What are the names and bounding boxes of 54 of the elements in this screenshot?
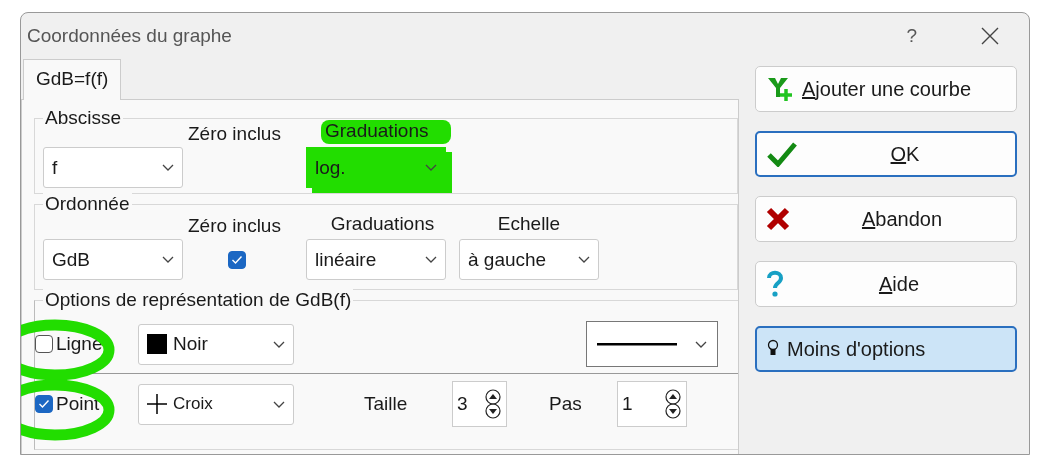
group-label: Options de représentation de GdB(f) <box>43 289 354 311</box>
button-label: OK <box>889 142 921 166</box>
chevron-icon <box>162 256 174 263</box>
help-button[interactable]: ? <box>906 24 917 47</box>
button-label: Moins d'options <box>787 337 926 361</box>
solid-line-icon <box>597 342 677 346</box>
field-label: Taille <box>364 393 409 415</box>
button-label: Ajouter une courbe <box>802 77 971 101</box>
checkbox[interactable] <box>35 335 53 353</box>
checkbox-label[interactable]: Ligne <box>56 333 103 355</box>
variable-dropdown[interactable]: GdB <box>43 239 183 280</box>
dialog-button[interactable]: Moins d'options <box>755 326 1017 372</box>
line-style-dropdown[interactable] <box>586 321 718 367</box>
dialog-button[interactable]: Aide <box>755 261 1017 307</box>
color-dropdown[interactable]: Noir <box>138 323 294 365</box>
chevron-icon <box>273 340 285 348</box>
chevron-icon <box>695 340 707 348</box>
close-icon <box>981 26 999 45</box>
chevron-icon <box>273 400 285 408</box>
dialog-button[interactable]: Abandon <box>755 196 1017 242</box>
check-icon <box>231 254 243 265</box>
checkbox[interactable] <box>228 250 246 269</box>
field-label: Graduations <box>330 213 435 235</box>
field-label: Graduations <box>321 120 451 144</box>
variable-dropdown[interactable]: f <box>43 147 183 188</box>
window-title: Coordonnées du graphe <box>27 24 233 47</box>
tab[interactable]: GdB=f(f) <box>23 59 122 100</box>
spin-arrows-icon <box>484 389 502 419</box>
spin-arrows-icon <box>664 389 682 419</box>
graduations-dropdown[interactable]: linéaire <box>306 239 446 280</box>
checkbox-label[interactable]: Point <box>56 393 100 415</box>
cross-icon <box>766 207 790 231</box>
spin-field[interactable]: 3 <box>452 381 507 427</box>
chevron-icon <box>425 256 437 263</box>
dialog-button[interactable]: OK <box>755 131 1017 177</box>
button-label: Abandon <box>860 207 944 231</box>
scale-dropdown[interactable]: à gauche <box>459 239 599 280</box>
field-label: Echelle <box>497 213 561 235</box>
marker-dropdown[interactable]: Croix <box>138 383 294 425</box>
chevron-icon <box>162 164 174 171</box>
spin-field[interactable]: 1 <box>617 381 687 427</box>
field-label: Zéro inclus <box>188 215 282 237</box>
dialog-button[interactable]: Ajouter une courbe <box>755 66 1017 112</box>
chevron-icon <box>578 256 590 263</box>
question-mark-icon <box>766 270 784 298</box>
field-label: Zéro inclus <box>188 123 282 145</box>
plus-icon <box>147 394 167 414</box>
checkmark-icon <box>767 141 797 167</box>
field-label: Pas <box>549 393 583 415</box>
button-label: Aide <box>877 272 920 296</box>
y-plus-icon <box>766 76 794 102</box>
checkbox[interactable] <box>35 395 53 413</box>
check-icon <box>38 399 50 409</box>
chevron-icon <box>425 164 437 171</box>
